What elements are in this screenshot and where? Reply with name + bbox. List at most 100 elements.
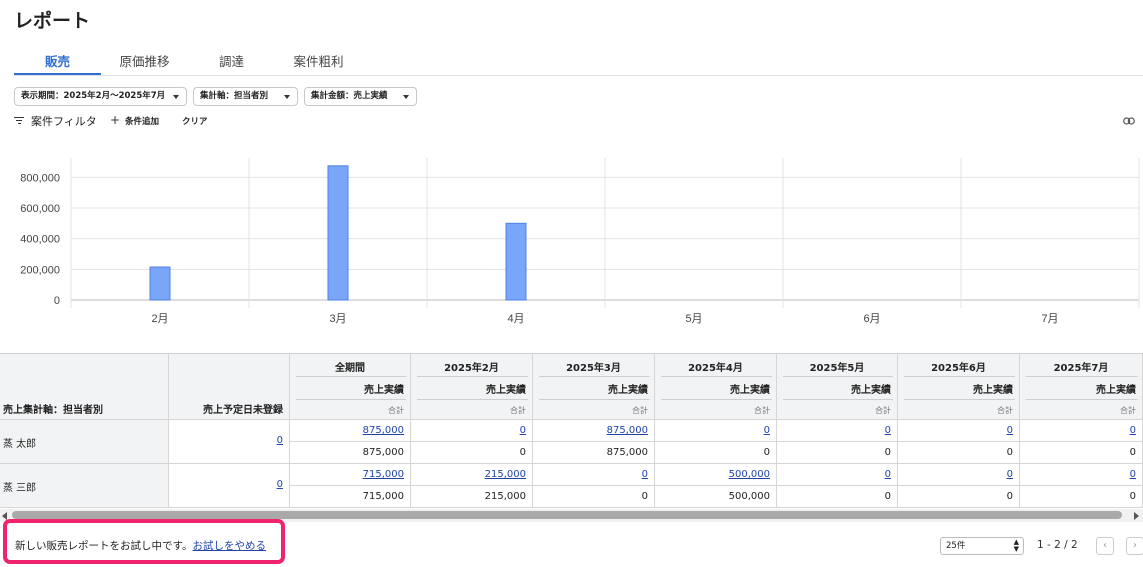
stop-trial-link[interactable]: お試しをやめる: [192, 540, 266, 552]
scroll-right-icon[interactable]: [1134, 512, 1139, 520]
tab-project-margin[interactable]: 案件粗利: [275, 52, 362, 75]
column-header: 2025年3月 売上実績 合計: [533, 354, 655, 420]
column-header-label: 2025年6月: [931, 363, 986, 374]
amount-link-cell: 215,000: [411, 464, 533, 486]
amount-link[interactable]: 0: [885, 425, 891, 436]
y-tick-label: 200,000: [20, 264, 60, 276]
link-icon[interactable]: [1123, 117, 1135, 125]
sum-label: 合計: [754, 406, 770, 415]
row-header-label: 売上集計軸：担当者別: [3, 405, 103, 416]
per-page-select[interactable]: 25件 ▲ ▼: [940, 537, 1024, 555]
amount-link-cell: 0: [777, 420, 898, 442]
amount-link-cell: 0: [1020, 464, 1143, 486]
project-filter-toggle[interactable]: 案件フィルタ: [31, 113, 97, 129]
amount-dropdown[interactable]: 集計金額：売上実績: [304, 87, 417, 106]
header-divider: [417, 376, 528, 377]
y-tick-label: 600,000: [20, 203, 60, 215]
header-divider: [783, 399, 893, 400]
amount-link[interactable]: 0: [885, 469, 891, 480]
x-tick-label: 6月: [863, 313, 880, 325]
amount-total-cell: 0: [777, 442, 898, 464]
amount-link[interactable]: 500,000: [729, 469, 770, 480]
clear-button[interactable]: クリア: [182, 115, 208, 127]
amount-link[interactable]: 0: [1007, 469, 1013, 480]
amount-total-cell: 0: [1020, 442, 1143, 464]
person-name: 蒸 太郎: [3, 439, 37, 450]
amount-link[interactable]: 0: [642, 469, 648, 480]
filter-icon: [14, 117, 24, 125]
unscheduled-link[interactable]: 0: [277, 435, 283, 446]
prev-page-button[interactable]: ‹: [1096, 537, 1114, 555]
amount-link[interactable]: 875,000: [363, 425, 404, 436]
metric-label: 売上実績: [1096, 385, 1136, 396]
tab-cost-trend[interactable]: 原価推移: [101, 52, 188, 75]
page-range: 1 - 2 / 2: [1037, 539, 1078, 551]
period-dropdown[interactable]: 表示期間：2025年2月〜2025年7月: [14, 87, 187, 106]
column-header-label: 2025年5月: [809, 363, 865, 374]
amount-total-cell: 0: [411, 442, 533, 464]
header-divider: [417, 399, 528, 400]
header-divider: [904, 399, 1015, 400]
amount-total: 0: [1006, 491, 1013, 502]
column-header-label: 2025年3月: [566, 363, 621, 374]
next-page-button[interactable]: ›: [1126, 537, 1143, 555]
amount-total-cell: 0: [1020, 486, 1143, 508]
header-divider: [296, 399, 406, 400]
table-row-name: 蒸 三郎: [0, 464, 169, 508]
y-tick-label: 0: [54, 295, 60, 307]
amount-link-cell: 0: [898, 420, 1020, 442]
tab-procurement[interactable]: 調達: [188, 52, 275, 75]
unscheduled-header-cell: 売上予定日未登録: [169, 354, 290, 420]
axis-dropdown[interactable]: 集計軸：担当者別: [193, 87, 298, 106]
header-divider: [1026, 376, 1138, 377]
table-row-name: 蒸 太郎: [0, 420, 169, 464]
amount-link-cell: 0: [411, 420, 533, 442]
amount-total-cell: 215,000: [411, 486, 533, 508]
amount-link[interactable]: 715,000: [363, 469, 404, 480]
amount-link[interactable]: 0: [1130, 425, 1136, 436]
column-header: 2025年7月 売上実績 合計: [1020, 354, 1143, 420]
metric-label: 売上実績: [730, 385, 770, 396]
amount-link[interactable]: 215,000: [485, 469, 526, 480]
add-condition-button[interactable]: 条件追加: [125, 115, 159, 127]
sales-bar-chart: 0 200,000 400,000 600,000 800,000 2月 3月 4月 5月 6月 7…: [20, 158, 1140, 325]
column-header: 2025年5月 売上実績 合計: [777, 354, 898, 420]
metric-label: 売上実績: [973, 385, 1013, 396]
amount-total: 875,000: [362, 447, 404, 458]
amount-total: 0: [884, 447, 891, 458]
y-tick-label: 800,000: [20, 172, 60, 184]
amount-total-cell: 0: [533, 486, 655, 508]
column-header: 2025年4月 売上実績 合計: [655, 354, 777, 420]
period-dropdown-label: 表示期間：2025年2月〜2025年7月: [21, 91, 166, 101]
unscheduled-cell: 0: [169, 420, 290, 464]
amount-link[interactable]: 0: [764, 425, 770, 436]
updown-icon: ▲ ▼: [1013, 538, 1019, 553]
scroll-thumb[interactable]: [12, 511, 1122, 519]
column-header-label: 2025年7月: [1053, 363, 1109, 374]
amount-total-cell: 0: [777, 486, 898, 508]
amount-link[interactable]: 0: [1007, 425, 1013, 436]
plus-icon[interactable]: +: [110, 113, 120, 127]
x-tick-label: 7月: [1041, 313, 1058, 325]
x-tick-label: 4月: [507, 313, 524, 325]
axis-dropdown-label: 集計軸：担当者別: [200, 91, 269, 101]
amount-link[interactable]: 0: [1130, 469, 1136, 480]
sum-label: 合計: [997, 406, 1013, 415]
bar: [327, 165, 349, 301]
per-page-value: 25件: [946, 541, 966, 551]
x-tick-label: 3月: [329, 313, 346, 325]
amount-link[interactable]: 0: [520, 425, 526, 436]
chevron-down-icon: [284, 95, 290, 99]
header-divider: [661, 399, 772, 400]
amount-link[interactable]: 875,000: [607, 425, 648, 436]
amount-total-cell: 0: [655, 442, 777, 464]
amount-total-cell: 875,000: [290, 442, 411, 464]
unscheduled-link[interactable]: 0: [277, 479, 283, 490]
amount-link-cell: 875,000: [290, 420, 411, 442]
trial-message-line: 新しい販売レポートをお試し中です。お試しをやめる: [15, 538, 266, 553]
column-header-label: 全期間: [335, 363, 365, 374]
bar: [505, 222, 527, 301]
amount-total: 0: [1129, 491, 1136, 502]
metric-label: 売上実績: [608, 385, 648, 396]
tab-sales[interactable]: 販売: [14, 52, 101, 75]
